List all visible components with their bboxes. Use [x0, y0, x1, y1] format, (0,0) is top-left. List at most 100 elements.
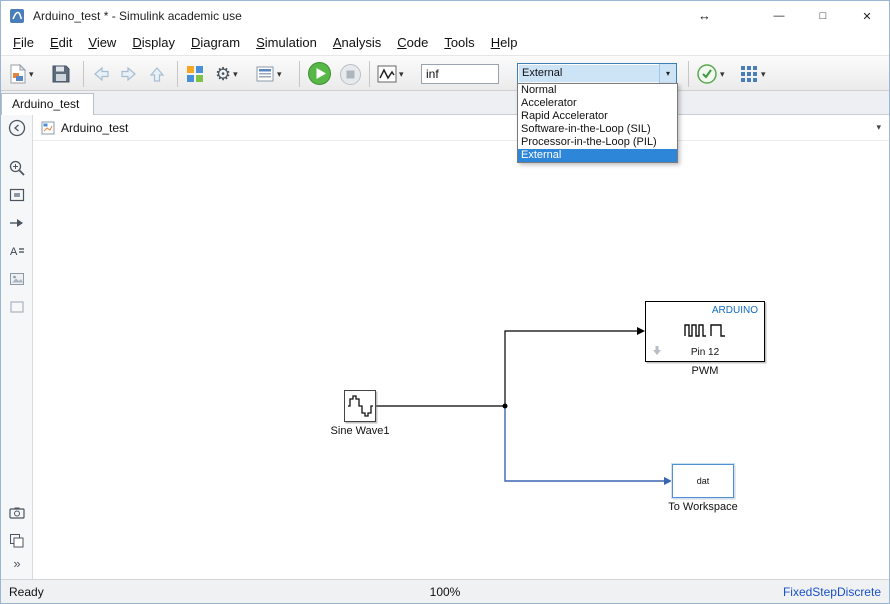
menu-simulation[interactable]: Simulation [248, 31, 325, 55]
sim-mode-option-external[interactable]: External [518, 149, 677, 162]
update-diagram-button[interactable]: ▾ [696, 62, 725, 86]
sim-mode-option-normal[interactable]: Normal [518, 84, 677, 97]
editor-main: Arduino_test ▾ [33, 115, 889, 579]
sim-mode-option-sil[interactable]: Software-in-the-Loop (SIL) [518, 123, 677, 136]
more-tools-button[interactable]: » [7, 553, 27, 573]
chevron-down-icon: ▾ [277, 69, 282, 80]
sim-mode-option-accelerator[interactable]: Accelerator [518, 97, 677, 110]
palette-sidebar: A [1, 115, 33, 579]
block-label-to-workspace[interactable]: To Workspace [633, 501, 773, 513]
status-bar: Ready 100% FixedStepDiscrete [1, 579, 889, 603]
maximize-button[interactable]: □ [801, 1, 845, 31]
sim-mode-option-pil[interactable]: Processor-in-the-Loop (PIL) [518, 136, 677, 149]
menu-analysis[interactable]: Analysis [325, 31, 389, 55]
fit-to-view-button[interactable] [7, 185, 27, 205]
menu-bar: File Edit View Display Diagram Simulatio… [1, 31, 889, 55]
signal-arrow-icon [8, 214, 26, 232]
chevron-down-icon: ▾ [720, 69, 725, 80]
breadcrumb: Arduino_test ▾ [33, 115, 889, 141]
solver-link[interactable]: FixedStepDiscrete [783, 585, 881, 599]
combobox-arrow-button[interactable]: ▾ [659, 64, 676, 83]
pwm-block[interactable]: ARDUINO Pin 12 [645, 301, 765, 362]
arduino-header-label: ARDUINO [712, 305, 758, 316]
save-icon [51, 64, 71, 84]
menu-file[interactable]: File [5, 31, 42, 55]
toolbar-separator [177, 61, 178, 87]
zoom-level: 100% [430, 585, 461, 599]
deploy-to-hardware-button[interactable]: ▾ [739, 62, 766, 86]
menu-display[interactable]: Display [124, 31, 183, 55]
zoom-magnifier-icon [8, 159, 26, 177]
scope-waveform-icon [377, 64, 397, 84]
new-model-icon [9, 64, 27, 84]
chevron-down-icon: ▾ [233, 69, 238, 80]
window-title: Arduino_test * - Simulink academic use [33, 9, 242, 23]
tab-bar: Arduino_test [1, 91, 889, 115]
menu-diagram[interactable]: Diagram [183, 31, 248, 55]
breadcrumb-label: Arduino_test [61, 121, 128, 135]
title-bar: Arduino_test * - Simulink academic use ↔… [1, 1, 889, 31]
stop-time-input[interactable] [421, 64, 499, 84]
block-label-pwm[interactable]: PWM [645, 365, 765, 377]
toolbar-separator [688, 61, 689, 87]
menu-view[interactable]: View [80, 31, 124, 55]
add-area-button[interactable] [7, 297, 27, 317]
zoom-button[interactable] [7, 158, 27, 178]
run-button[interactable] [307, 61, 332, 85]
chevron-down-icon: ▾ [29, 69, 34, 80]
breadcrumb-item-root[interactable]: Arduino_test [41, 121, 128, 135]
simulation-mode-dropdown: Normal Accelerator Rapid Accelerator Sof… [517, 83, 678, 163]
block-label-sine[interactable]: Sine Wave1 [300, 425, 420, 437]
back-arrow-icon [91, 64, 111, 84]
viewmark-gallery-button[interactable] [7, 531, 27, 551]
status-text: Ready [1, 585, 44, 599]
editor-body: A [1, 115, 889, 579]
menu-code[interactable]: Code [389, 31, 436, 55]
chevron-down-icon: ▾ [399, 69, 404, 80]
discrete-sine-icon [345, 391, 375, 421]
add-signal-button[interactable] [7, 213, 27, 233]
library-browser-button[interactable] [185, 62, 205, 86]
sim-mode-option-rapid-accelerator[interactable]: Rapid Accelerator [518, 110, 677, 123]
simulink-logo-icon [9, 8, 25, 24]
pwm-waveform-icon [683, 321, 727, 339]
image-icon [8, 270, 26, 288]
scope-button[interactable]: ▾ [377, 62, 404, 86]
viewmark-button[interactable] [7, 503, 27, 523]
menu-help[interactable]: Help [483, 31, 526, 55]
fit-view-icon [8, 186, 26, 204]
double-chevron-icon: » [13, 556, 20, 571]
close-button[interactable]: ✕ [845, 1, 889, 31]
new-model-button[interactable]: ▾ [9, 62, 34, 86]
annotation-button[interactable]: A [7, 241, 27, 261]
stop-icon [339, 63, 362, 86]
up-arrow-icon [147, 64, 167, 84]
save-button[interactable] [51, 62, 71, 86]
menu-tools[interactable]: Tools [436, 31, 482, 55]
circle-back-icon [8, 119, 26, 137]
hide-browser-button[interactable] [7, 118, 27, 138]
minimize-button[interactable]: — [757, 1, 801, 31]
model-explorer-button[interactable]: ▾ [255, 62, 282, 86]
sine-wave-block[interactable] [344, 390, 376, 422]
model-settings-button[interactable]: ⚙ ▾ [215, 62, 238, 86]
gear-icon: ⚙ [215, 63, 231, 85]
simulation-mode-value: External [519, 65, 659, 82]
menu-edit[interactable]: Edit [42, 31, 80, 55]
up-to-parent-button[interactable] [147, 62, 167, 86]
camera-icon [8, 504, 26, 522]
to-workspace-variable: dat [697, 476, 710, 486]
model-canvas[interactable]: Sine Wave1 ARDUINO Pin 12 PWM dat [33, 141, 889, 579]
toolbar-separator [299, 61, 300, 87]
breadcrumb-dropdown-button[interactable]: ▾ [876, 122, 881, 133]
model-icon [41, 121, 55, 135]
back-button[interactable] [91, 62, 111, 86]
forward-button[interactable] [119, 62, 139, 86]
add-image-button[interactable] [7, 269, 27, 289]
area-box-icon [8, 298, 26, 316]
green-check-icon [696, 63, 718, 85]
to-workspace-block[interactable]: dat [672, 464, 734, 498]
simulation-mode-combobox[interactable]: External ▾ [517, 63, 677, 84]
tab-arduino-test[interactable]: Arduino_test [1, 93, 94, 116]
stop-button[interactable] [339, 62, 362, 86]
